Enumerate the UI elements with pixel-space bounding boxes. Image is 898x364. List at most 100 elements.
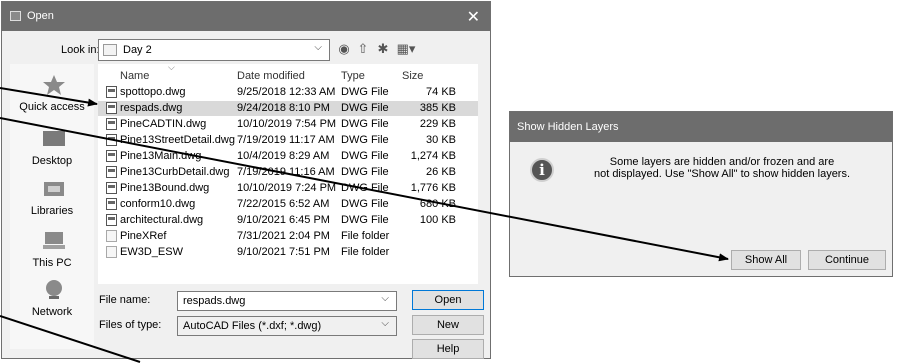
file-name: PineCADTIN.dwg (120, 118, 207, 130)
file-type-value: AutoCAD Files (*.dxf; *.dwg) (183, 320, 322, 332)
file-size: 26 KB (426, 166, 456, 178)
view-menu-icon[interactable]: ▦▾ (394, 40, 418, 58)
file-name: Pine13Main.dwg (120, 150, 202, 162)
file-date: 7/19/2019 11:17 AM (237, 134, 335, 146)
help-button[interactable]: Help (412, 339, 484, 359)
message-line-1: Some layers are hidden and/or frozen and… (609, 156, 835, 168)
chevron-down-icon[interactable]: ⌵ (381, 293, 389, 304)
show-hidden-layers-titlebar: Show Hidden Layers (510, 112, 892, 142)
network-icon (46, 280, 62, 299)
file-size: 1,274 KB (410, 150, 456, 162)
info-icon: i (530, 158, 554, 182)
file-size: 100 KB (419, 214, 456, 226)
place-network[interactable]: Network (10, 277, 94, 329)
folder-icon (103, 44, 117, 56)
file-size: 385 KB (419, 102, 456, 114)
column-header-size[interactable]: Size (402, 70, 423, 82)
place-label: This PC (32, 257, 72, 269)
dwg-file-icon (106, 86, 117, 98)
file-type: DWG File (341, 150, 389, 162)
column-header-date[interactable]: Date modified (237, 70, 305, 82)
file-name: respads.dwg (120, 102, 183, 114)
file-name-combobox[interactable]: respads.dwg ⌵ (177, 291, 397, 311)
dwg-file-icon (106, 134, 117, 146)
file-row[interactable]: Pine13CurbDetail.dwg 7/19/2019 11:16 AM … (98, 165, 478, 180)
file-row[interactable]: spottopo.dwg 9/25/2018 12:33 AM DWG File… (98, 85, 478, 100)
place-label: Desktop (31, 155, 73, 167)
new-button[interactable]: New (412, 315, 484, 335)
place-libraries[interactable]: Libraries (10, 176, 94, 228)
file-date: 10/10/2019 7:24 PM (237, 182, 337, 194)
file-row[interactable]: PineCADTIN.dwg 10/10/2019 7:54 PM DWG Fi… (98, 117, 478, 132)
file-name: EW3D_ESW (120, 246, 183, 258)
place-desktop[interactable]: Desktop (10, 126, 94, 178)
file-type: DWG File (341, 182, 389, 194)
file-name: Pine13CurbDetail.dwg (120, 166, 230, 178)
quick-access-star-icon (43, 75, 65, 95)
new-folder-icon[interactable]: ✱ (374, 40, 392, 58)
place-quick-access[interactable]: Quick access (10, 72, 94, 124)
file-type: DWG File (341, 118, 389, 130)
screenshot-stage: Open ✕ Look in: Day 2 ⌵ ◉ ⇧ ✱ ▦▾ Quick a… (0, 0, 898, 364)
open-dialog: Open ✕ Look in: Day 2 ⌵ ◉ ⇧ ✱ ▦▾ Quick a… (1, 1, 491, 359)
folder-icon (106, 230, 117, 242)
place-label: Libraries (30, 205, 74, 217)
place-label: Network (31, 306, 73, 318)
desktop-icon (43, 131, 65, 146)
close-icon[interactable]: ✕ (467, 7, 480, 27)
sort-chevron-icon: ⌵ (168, 62, 175, 72)
file-list: Name ⌵ Date modified Type Size spottopo.… (98, 62, 478, 284)
file-size: 30 KB (426, 134, 456, 146)
file-name: Pine13StreetDetail.dwg (120, 134, 235, 146)
file-type: DWG File (341, 214, 389, 226)
file-type: File folder (341, 246, 390, 258)
show-hidden-layers-title: Show Hidden Layers (517, 121, 619, 133)
back-icon[interactable]: ◉ (335, 40, 353, 58)
file-type-label: Files of type: (99, 319, 162, 331)
file-row[interactable]: architectural.dwg 9/10/2021 6:45 PM DWG … (98, 213, 478, 228)
file-date: 7/31/2021 2:04 PM (237, 230, 330, 242)
dwg-file-icon (106, 214, 117, 226)
file-row[interactable]: Pine13StreetDetail.dwg 7/19/2019 11:17 A… (98, 133, 478, 148)
places-bar: Quick access Desktop Libraries This PC N… (10, 64, 94, 349)
file-type: DWG File (341, 86, 389, 98)
file-date: 9/10/2021 7:51 PM (237, 246, 330, 258)
file-name: Pine13Bound.dwg (120, 182, 210, 194)
file-date: 9/25/2018 12:33 AM (237, 86, 336, 98)
place-this-pc[interactable]: This PC (10, 228, 94, 280)
open-dialog-titlebar: Open ✕ (2, 2, 490, 31)
dwg-file-icon (106, 118, 117, 130)
message-line-2: not displayed. Use "Show All" to show hi… (593, 168, 851, 180)
look-in-dropdown[interactable]: Day 2 ⌵ (98, 39, 330, 61)
up-one-level-icon[interactable]: ⇧ (354, 40, 372, 58)
continue-button[interactable]: Continue (808, 250, 886, 270)
file-type-dropdown[interactable]: AutoCAD Files (*.dxf; *.dwg) ⌵ (177, 316, 397, 336)
folder-row[interactable]: PineXRef 7/31/2021 2:04 PM File folder (98, 229, 478, 244)
file-name-label: File name: (99, 294, 151, 306)
column-header-name[interactable]: Name (120, 70, 149, 82)
file-row[interactable]: conform10.dwg 7/22/2015 6:52 AM DWG File… (98, 197, 478, 212)
file-row-selected[interactable]: respads.dwg 9/24/2018 8:10 PM DWG File 3… (98, 101, 478, 116)
file-date: 7/22/2015 6:52 AM (237, 198, 330, 210)
file-name: spottopo.dwg (120, 86, 186, 98)
libraries-icon (44, 182, 64, 196)
file-date: 7/19/2019 11:16 AM (237, 166, 335, 178)
open-button[interactable]: Open (412, 290, 484, 310)
chevron-down-icon[interactable]: ⌵ (381, 318, 389, 329)
dwg-file-icon (106, 166, 117, 178)
folder-row[interactable]: EW3D_ESW 9/10/2021 7:51 PM File folder (98, 245, 478, 260)
folder-icon (106, 246, 117, 258)
show-hidden-layers-dialog: Show Hidden Layers i Some layers are hid… (509, 111, 893, 277)
chevron-down-icon: ⌵ (314, 42, 322, 53)
show-all-button[interactable]: Show All (731, 250, 801, 270)
file-row[interactable]: Pine13Main.dwg 10/4/2019 8:29 AM DWG Fil… (98, 149, 478, 164)
file-type: DWG File (341, 102, 389, 114)
this-pc-icon (43, 232, 65, 249)
file-name-value: respads.dwg (183, 295, 246, 307)
hidden-layers-message: Some layers are hidden and/or frozen and… (562, 156, 882, 180)
file-type: DWG File (341, 134, 389, 146)
column-header-type[interactable]: Type (341, 70, 365, 82)
file-size: 680 KB (419, 198, 456, 210)
file-row[interactable]: Pine13Bound.dwg 10/10/2019 7:24 PM DWG F… (98, 181, 478, 196)
file-type: File folder (341, 230, 390, 242)
